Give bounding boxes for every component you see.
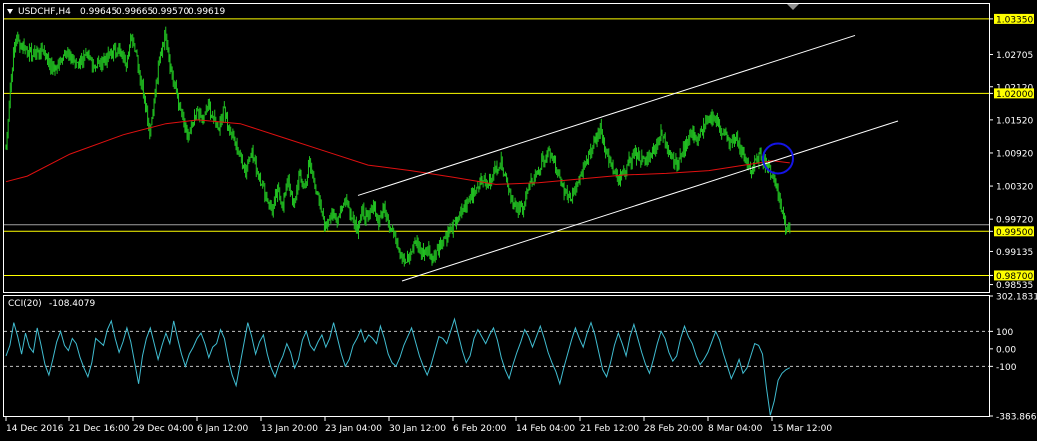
price-tick-label-4: 1.01520	[996, 116, 1033, 126]
cci-tick-label-3: -100	[996, 363, 1017, 373]
mt4-chart: 1.033501.027051.021201.020001.015201.009…	[3, 3, 1037, 434]
close-value: 0.99619	[188, 7, 225, 17]
cci-tick-label-2: 0.00	[996, 345, 1016, 355]
cci-name-label: CCI(20)	[8, 299, 42, 309]
price-tick-label-11: 0.98535	[996, 281, 1033, 291]
time-tick-label-11: 8 Mar 04:00	[708, 424, 763, 434]
symbol-label: USDCHF,H4	[18, 7, 71, 17]
channel-line-0	[357, 34, 856, 196]
cci-line	[5, 317, 791, 416]
open-value: 0.99645	[80, 7, 117, 17]
moving-average	[5, 119, 790, 185]
price-level-label-0: 1.03350	[996, 15, 1033, 25]
time-tick-label-6: 30 Jan 12:00	[389, 424, 446, 434]
price-panel-frame	[3, 3, 990, 293]
time-tick-label-3: 6 Jan 12:00	[197, 424, 249, 434]
time-tick-label-8: 14 Feb 04:00	[516, 424, 575, 434]
cci-panel-frame	[3, 295, 990, 417]
time-tick-label-4: 13 Jan 20:00	[261, 424, 318, 434]
candles	[5, 26, 791, 267]
price-tick-label-1: 1.02705	[996, 51, 1033, 61]
cci-value-label: -108.4079	[49, 299, 95, 309]
ma-line	[5, 119, 790, 185]
time-tick-label-2: 29 Dec 04:00	[133, 424, 194, 434]
chart-shift-marker-icon[interactable]	[787, 4, 799, 10]
dropdown-triangle-icon[interactable]	[7, 9, 13, 14]
time-tick-label-10: 28 Feb 20:00	[644, 424, 703, 434]
time-tick-label-12: 15 Mar 12:00	[772, 424, 832, 434]
price-axis: 1.033501.027051.021201.020001.015201.009…	[989, 13, 1037, 423]
price-tick-label-9: 0.99135	[996, 248, 1033, 258]
chart-header[interactable]: USDCHF,H4 0.99645 0.99665 0.99570 0.9961…	[7, 7, 225, 17]
high-value: 0.99665	[116, 7, 153, 17]
price-level-label-3: 1.02000	[996, 90, 1033, 100]
price-tick-label-5: 1.00920	[996, 149, 1033, 159]
cci-tick-label-1: 100	[996, 328, 1013, 338]
price-tick-label-6: 1.00320	[996, 183, 1033, 193]
time-axis: 14 Dec 2016 21 Dec 16:00 29 Dec 04:00 6 Jan…	[5, 417, 832, 434]
low-value: 0.99570	[152, 7, 189, 17]
time-tick-label-1: 21 Dec 16:00	[69, 424, 130, 434]
cci-indicator	[5, 317, 791, 416]
price-tick-label-7: 0.99720	[996, 216, 1033, 226]
time-tick-label-0: 14 Dec 2016	[6, 424, 64, 434]
channel-line-1	[401, 120, 899, 282]
time-tick-label-5: 23 Jan 04:00	[325, 424, 382, 434]
breakout-circle	[762, 142, 794, 175]
time-tick-label-7: 6 Feb 20:00	[453, 424, 507, 434]
grid-layer	[4, 18, 989, 367]
cci-tick-label-4: -383.8666	[996, 413, 1037, 423]
time-tick-label-9: 21 Feb 12:00	[580, 424, 639, 434]
price-level-label-8: 0.99500	[996, 228, 1033, 238]
cci-tick-label-0: 302.1831	[996, 293, 1037, 303]
